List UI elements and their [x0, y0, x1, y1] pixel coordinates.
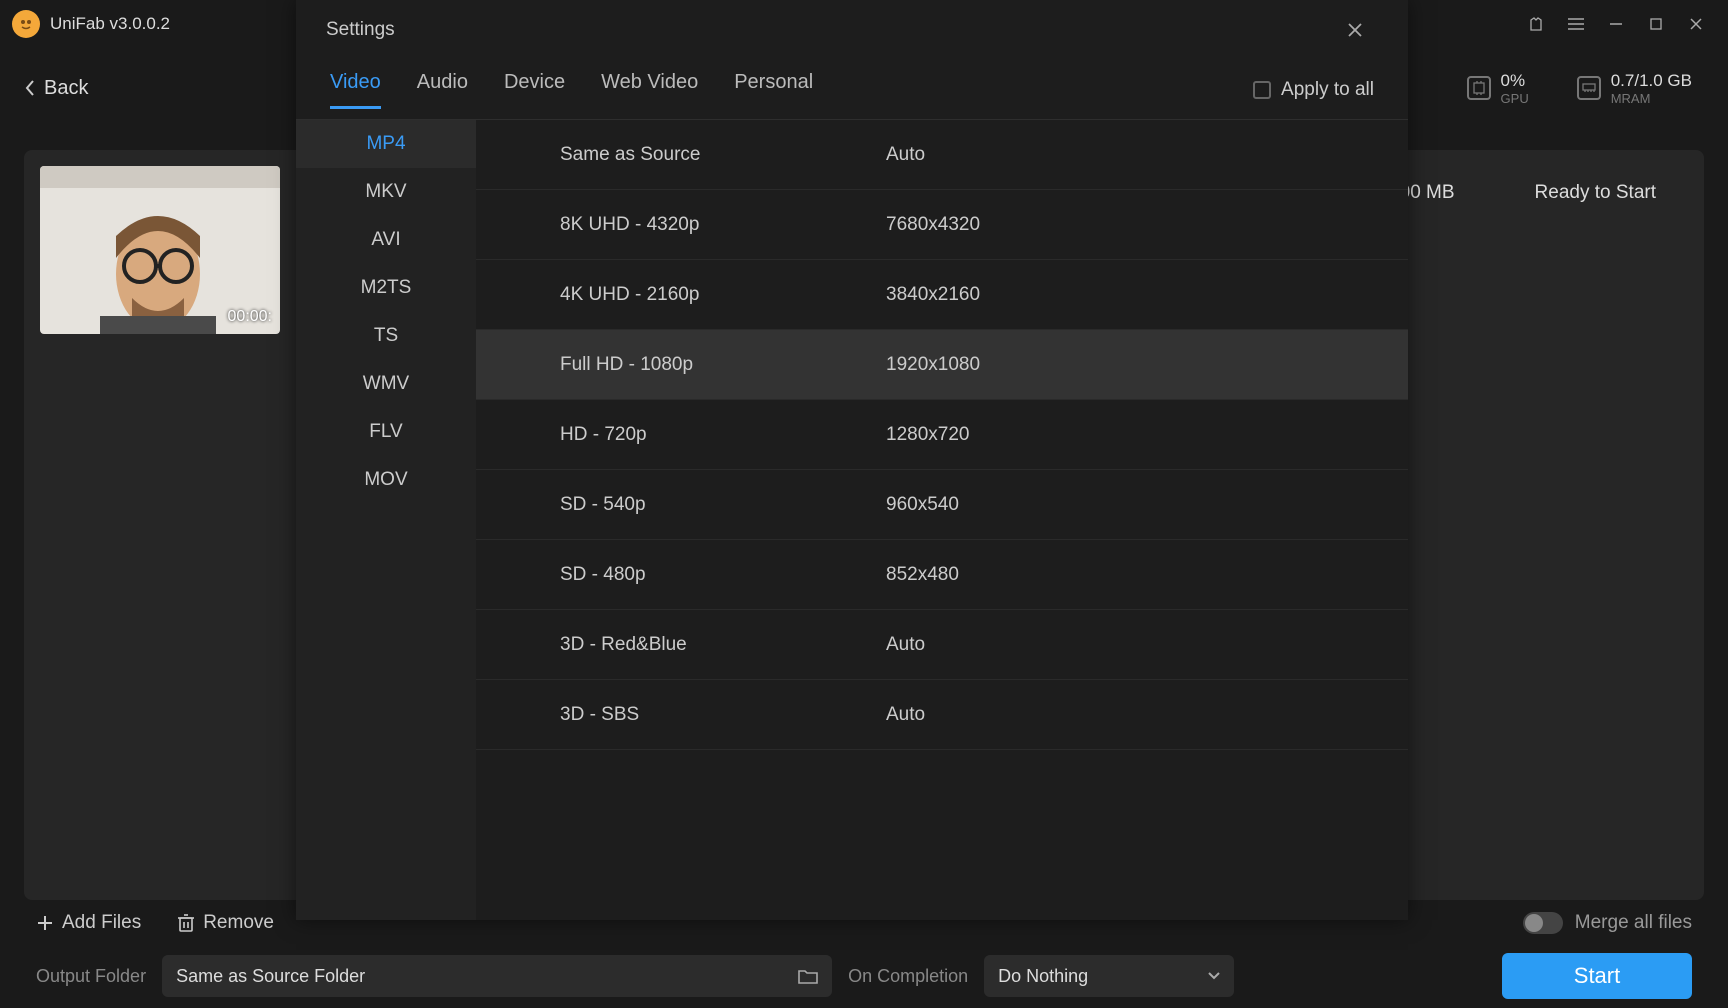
add-files-label: Add Files: [62, 912, 141, 934]
format-item-mkv[interactable]: MKV: [296, 168, 476, 216]
resolution-row[interactable]: SD - 480p852x480: [476, 540, 1408, 610]
resolution-value: 1920x1080: [886, 354, 1408, 376]
resolution-value: 852x480: [886, 564, 1408, 586]
resolution-value: Auto: [886, 144, 1408, 166]
format-item-mov[interactable]: MOV: [296, 456, 476, 504]
resolution-row[interactable]: 3D - Red&BlueAuto: [476, 610, 1408, 680]
format-item-ts[interactable]: TS: [296, 312, 476, 360]
output-folder-input[interactable]: Same as Source Folder: [162, 955, 832, 997]
mram-stat: 0.7/1.0 GB MRAM: [1565, 65, 1704, 112]
start-label: Start: [1574, 963, 1620, 989]
completion-label: On Completion: [848, 966, 968, 987]
resolution-list: Same as SourceAuto8K UHD - 4320p7680x432…: [476, 120, 1408, 920]
format-item-m2ts[interactable]: M2TS: [296, 264, 476, 312]
resolution-name: 4K UHD - 2160p: [476, 284, 886, 306]
format-item-mp4[interactable]: MP4: [296, 120, 476, 168]
output-folder-value: Same as Source Folder: [176, 966, 365, 987]
start-button[interactable]: Start: [1502, 953, 1692, 999]
settings-tab-personal[interactable]: Personal: [734, 71, 813, 109]
app-logo: [12, 10, 40, 38]
apply-checkbox[interactable]: [1253, 81, 1271, 99]
chevron-down-icon: [1208, 972, 1220, 980]
resolution-value: 3840x2160: [886, 284, 1408, 306]
settings-close-button[interactable]: [1348, 23, 1378, 37]
file-info: 1.00 MB Ready to Start: [1384, 182, 1656, 204]
app-title: UniFab v3.0.0.2: [50, 14, 170, 34]
add-files-button[interactable]: Add Files: [36, 912, 141, 934]
resolution-row[interactable]: Same as SourceAuto: [476, 120, 1408, 190]
mram-label: MRAM: [1611, 91, 1692, 106]
gpu-stat: 0% GPU: [1455, 65, 1541, 112]
mram-value: 0.7/1.0 GB: [1611, 71, 1692, 91]
settings-header: Settings: [296, 0, 1408, 60]
completion-select[interactable]: Do Nothing: [984, 955, 1234, 997]
video-thumbnail[interactable]: 00:00:: [40, 166, 280, 334]
resolution-row[interactable]: Full HD - 1080p1920x1080: [476, 330, 1408, 400]
resolution-row[interactable]: 4K UHD - 2160p3840x2160: [476, 260, 1408, 330]
format-item-wmv[interactable]: WMV: [296, 360, 476, 408]
remove-label: Remove: [203, 912, 274, 934]
resolution-value: Auto: [886, 634, 1408, 656]
close-button[interactable]: [1676, 8, 1716, 40]
settings-tab-video[interactable]: Video: [330, 71, 381, 109]
output-folder-label: Output Folder: [36, 966, 146, 987]
merge-toggle[interactable]: [1523, 912, 1563, 934]
maximize-button[interactable]: [1636, 8, 1676, 40]
format-item-avi[interactable]: AVI: [296, 216, 476, 264]
settings-dialog: Settings Video Audio Device Web Video Person…: [296, 0, 1408, 920]
menu-icon[interactable]: [1556, 8, 1596, 40]
gpu-label: GPU: [1501, 91, 1529, 106]
gpu-icon: [1467, 76, 1491, 100]
settings-title: Settings: [326, 19, 395, 41]
apply-to-all[interactable]: Apply to all: [1253, 79, 1374, 101]
resolution-value: 7680x4320: [886, 214, 1408, 236]
completion-value: Do Nothing: [998, 966, 1088, 987]
remove-button[interactable]: Remove: [177, 912, 274, 934]
resolution-value: 1280x720: [886, 424, 1408, 446]
back-label: Back: [44, 77, 88, 100]
settings-tabs: Video Audio Device Web Video Personal Apply …: [296, 60, 1408, 120]
resolution-name: HD - 720p: [476, 424, 886, 446]
thumbnail-time: 00:00:: [228, 308, 272, 326]
gpu-value: 0%: [1501, 71, 1529, 91]
minimize-button[interactable]: [1596, 8, 1636, 40]
resolution-value: Auto: [886, 704, 1408, 726]
resolution-name: SD - 540p: [476, 494, 886, 516]
format-item-flv[interactable]: FLV: [296, 408, 476, 456]
resolution-name: Same as Source: [476, 144, 886, 166]
resolution-name: Full HD - 1080p: [476, 354, 886, 376]
back-button[interactable]: Back: [24, 77, 88, 100]
mram-icon: [1577, 76, 1601, 100]
footer: Output Folder Same as Source Folder On C…: [0, 944, 1728, 1008]
resolution-row[interactable]: HD - 720p1280x720: [476, 400, 1408, 470]
resolution-name: 3D - SBS: [476, 704, 886, 726]
resolution-value: 960x540: [886, 494, 1408, 516]
resolution-row[interactable]: SD - 540p960x540: [476, 470, 1408, 540]
resolution-name: 8K UHD - 4320p: [476, 214, 886, 236]
apply-label: Apply to all: [1281, 79, 1374, 101]
settings-tab-web-video[interactable]: Web Video: [601, 71, 698, 109]
tshirt-icon[interactable]: [1516, 8, 1556, 40]
settings-tab-device[interactable]: Device: [504, 71, 565, 109]
settings-tab-audio[interactable]: Audio: [417, 71, 468, 109]
resolution-name: SD - 480p: [476, 564, 886, 586]
resolution-name: 3D - Red&Blue: [476, 634, 886, 656]
merge-label: Merge all files: [1575, 912, 1692, 934]
folder-icon[interactable]: [798, 968, 818, 984]
resolution-row[interactable]: 3D - SBSAuto: [476, 680, 1408, 750]
file-status: Ready to Start: [1535, 182, 1656, 204]
resolution-row[interactable]: 8K UHD - 4320p7680x4320: [476, 190, 1408, 260]
format-list: MP4MKVAVIM2TSTSWMVFLVMOV: [296, 120, 476, 920]
